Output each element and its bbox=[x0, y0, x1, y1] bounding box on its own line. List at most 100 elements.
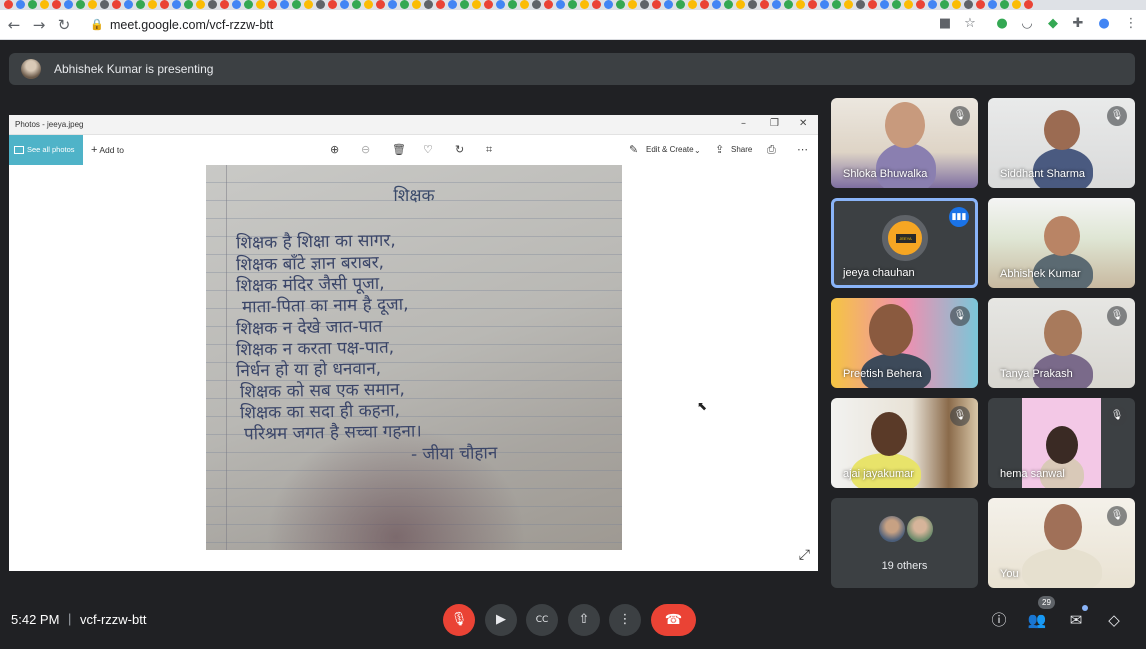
tab-favicon-icon[interactable] bbox=[652, 0, 661, 9]
tab-favicon-icon[interactable] bbox=[292, 0, 301, 9]
tab-favicon-icon[interactable] bbox=[640, 0, 649, 9]
tab-favicon-icon[interactable] bbox=[508, 0, 517, 9]
more-options-icon[interactable]: ⋯ bbox=[797, 143, 808, 156]
tab-favicon-icon[interactable] bbox=[964, 0, 973, 9]
tab-favicon-icon[interactable] bbox=[280, 0, 289, 9]
tab-favicon-icon[interactable] bbox=[844, 0, 853, 9]
tab-favicon-icon[interactable] bbox=[784, 0, 793, 9]
people-button[interactable]: 👥 bbox=[1026, 609, 1048, 631]
tab-favicon-icon[interactable] bbox=[976, 0, 985, 9]
participant-tile[interactable]: JEEYA ▮▮▮ jeeya chauhan bbox=[831, 198, 978, 288]
pocket-extension-icon[interactable]: ◡ bbox=[1018, 16, 1036, 31]
tab-favicon-icon[interactable] bbox=[796, 0, 805, 9]
back-icon[interactable]: ← bbox=[4, 15, 24, 35]
evernote-extension-icon[interactable]: ◆ bbox=[1044, 16, 1062, 31]
participant-tile[interactable]: 🎙 Siddhant Sharma bbox=[988, 98, 1135, 188]
tab-favicon-icon[interactable] bbox=[256, 0, 265, 9]
tab-favicon-icon[interactable] bbox=[376, 0, 385, 9]
tab-favicon-icon[interactable] bbox=[160, 0, 169, 9]
tab-favicon-icon[interactable] bbox=[616, 0, 625, 9]
tab-favicon-icon[interactable] bbox=[820, 0, 829, 9]
share-button[interactable]: Share bbox=[731, 145, 752, 154]
share-icon[interactable]: ⇪ bbox=[715, 143, 724, 156]
reload-icon[interactable]: ↻ bbox=[54, 15, 74, 35]
tab-favicon-icon[interactable] bbox=[880, 0, 889, 9]
tab-favicon-icon[interactable] bbox=[808, 0, 817, 9]
tab-favicon-icon[interactable] bbox=[448, 0, 457, 9]
tab-favicon-icon[interactable] bbox=[712, 0, 721, 9]
crop-icon[interactable]: ⌗ bbox=[486, 143, 492, 157]
tab-favicon-icon[interactable] bbox=[328, 0, 337, 9]
tab-favicon-icon[interactable] bbox=[352, 0, 361, 9]
participant-tile[interactable]: 🎙 Preetish Behera bbox=[831, 298, 978, 388]
address-bar[interactable]: 🔒 meet.google.com/vcf-rzzw-btt bbox=[84, 14, 994, 36]
tab-favicon-icon[interactable] bbox=[1000, 0, 1009, 9]
tab-favicon-icon[interactable] bbox=[412, 0, 421, 9]
delete-icon[interactable]: 🗑 bbox=[392, 143, 406, 156]
zoom-in-icon[interactable]: ⊕ bbox=[330, 143, 339, 156]
edit-create-button[interactable]: Edit & Create bbox=[646, 145, 694, 154]
present-now-button[interactable]: ⇧ bbox=[568, 604, 600, 636]
browser-tab-strip[interactable] bbox=[0, 0, 1146, 10]
tab-favicon-icon[interactable] bbox=[928, 0, 937, 9]
tab-favicon-icon[interactable] bbox=[124, 0, 133, 9]
participant-tile[interactable]: 🎙 Shloka Bhuwalka bbox=[831, 98, 978, 188]
edit-create-icon[interactable]: ✎ bbox=[629, 143, 638, 156]
browser-menu-icon[interactable]: ⋮ bbox=[1122, 16, 1140, 31]
tab-favicon-icon[interactable] bbox=[760, 0, 769, 9]
tab-favicon-icon[interactable] bbox=[40, 0, 49, 9]
bookmark-star-icon[interactable]: ☆ bbox=[961, 16, 979, 31]
tab-favicon-icon[interactable] bbox=[916, 0, 925, 9]
see-all-photos-button[interactable]: See all photos bbox=[9, 135, 83, 165]
tab-favicon-icon[interactable] bbox=[496, 0, 505, 9]
minimize-icon[interactable]: – bbox=[741, 118, 746, 129]
participant-tile[interactable]: 🎙 ajai jayakumar bbox=[831, 398, 978, 488]
profile-avatar-icon[interactable]: ● bbox=[1095, 16, 1113, 31]
tab-favicon-icon[interactable] bbox=[316, 0, 325, 9]
rotate-icon[interactable]: ↻ bbox=[455, 143, 464, 156]
extensions-puzzle-icon[interactable]: ✚ bbox=[1069, 16, 1087, 31]
tab-favicon-icon[interactable] bbox=[16, 0, 25, 9]
tab-favicon-icon[interactable] bbox=[76, 0, 85, 9]
tab-favicon-icon[interactable] bbox=[580, 0, 589, 9]
tab-favicon-icon[interactable] bbox=[64, 0, 73, 9]
tab-favicon-icon[interactable] bbox=[460, 0, 469, 9]
activities-button[interactable]: ◇ bbox=[1103, 609, 1125, 631]
tab-favicon-icon[interactable] bbox=[364, 0, 373, 9]
tab-favicon-icon[interactable] bbox=[904, 0, 913, 9]
tab-favicon-icon[interactable] bbox=[676, 0, 685, 9]
tab-favicon-icon[interactable] bbox=[592, 0, 601, 9]
tab-favicon-icon[interactable] bbox=[28, 0, 37, 9]
leave-call-button[interactable]: ☎ bbox=[651, 604, 696, 636]
tab-favicon-icon[interactable] bbox=[100, 0, 109, 9]
tab-favicon-icon[interactable] bbox=[988, 0, 997, 9]
tab-favicon-icon[interactable] bbox=[700, 0, 709, 9]
tab-favicon-icon[interactable] bbox=[940, 0, 949, 9]
tab-favicon-icon[interactable] bbox=[4, 0, 13, 9]
tab-favicon-icon[interactable] bbox=[184, 0, 193, 9]
maximize-icon[interactable]: ❐ bbox=[770, 118, 779, 129]
tab-favicon-icon[interactable] bbox=[196, 0, 205, 9]
tab-favicon-icon[interactable] bbox=[772, 0, 781, 9]
tab-favicon-icon[interactable] bbox=[484, 0, 493, 9]
tab-favicon-icon[interactable] bbox=[892, 0, 901, 9]
tab-favicon-icon[interactable] bbox=[604, 0, 613, 9]
tab-favicon-icon[interactable] bbox=[172, 0, 181, 9]
tab-favicon-icon[interactable] bbox=[664, 0, 673, 9]
tab-favicon-icon[interactable] bbox=[52, 0, 61, 9]
close-icon[interactable]: ✕ bbox=[799, 118, 807, 129]
chevron-down-icon[interactable]: ⌄ bbox=[694, 146, 701, 155]
tab-favicon-icon[interactable] bbox=[244, 0, 253, 9]
zoom-out-icon[interactable]: ⊖ bbox=[361, 143, 370, 156]
tab-favicon-icon[interactable] bbox=[424, 0, 433, 9]
tab-favicon-icon[interactable] bbox=[532, 0, 541, 9]
tab-favicon-icon[interactable] bbox=[400, 0, 409, 9]
tab-favicon-icon[interactable] bbox=[388, 0, 397, 9]
tab-favicon-icon[interactable] bbox=[220, 0, 229, 9]
url-text[interactable]: meet.google.com/vcf-rzzw-btt bbox=[110, 18, 273, 32]
tab-favicon-icon[interactable] bbox=[748, 0, 757, 9]
print-icon[interactable]: ⎙ bbox=[767, 143, 776, 157]
favorite-heart-icon[interactable]: ♡ bbox=[423, 143, 433, 156]
tab-favicon-icon[interactable] bbox=[112, 0, 121, 9]
tab-favicon-icon[interactable] bbox=[340, 0, 349, 9]
